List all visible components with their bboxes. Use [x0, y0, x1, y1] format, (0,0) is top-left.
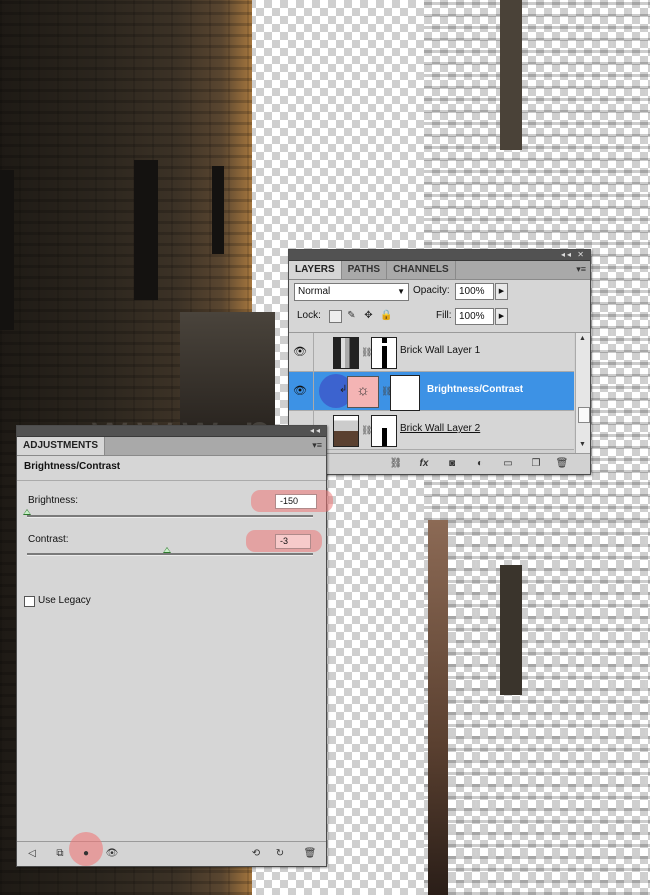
layer-thumbnail [333, 415, 359, 447]
opacity-stepper-icon[interactable]: ▶ [495, 283, 508, 300]
left-window-1 [134, 160, 158, 300]
brightness-label: Brightness: [28, 495, 79, 506]
adjustment-thumbnail-sun-icon[interactable]: ☼ [347, 376, 379, 408]
left-window-3 [0, 170, 14, 330]
layer-mask-thumbnail[interactable] [371, 337, 397, 369]
fill-stepper-icon[interactable]: ▶ [495, 308, 508, 325]
back-arrow-icon[interactable]: ◁ [25, 847, 39, 860]
reset-icon[interactable]: ↻ [273, 847, 287, 860]
tab-paths[interactable]: PATHS [342, 261, 388, 279]
layer-row-brightness-contrast[interactable]: 👁 ↲ ☼ ⛓ Brightness/Contrast [289, 372, 574, 411]
right-shutter [500, 0, 522, 150]
new-layer-icon[interactable]: ❐ [529, 457, 543, 470]
trash-icon[interactable]: 🗑 [303, 847, 317, 860]
adjustments-footer: ◁ ⧉ ● 👁 ⟲ ↻ 🗑 [17, 832, 326, 866]
lock-label: Lock: [297, 310, 321, 321]
contrast-slider[interactable] [27, 547, 313, 556]
layer-mask-thumbnail[interactable] [371, 415, 397, 447]
layers-titlebar[interactable]: ◂◂ ✕ [289, 250, 590, 261]
collapse-icon[interactable]: ◂◂ [310, 426, 322, 436]
tab-layers[interactable]: LAYERS [289, 261, 342, 279]
right-shutter-bottom [500, 565, 522, 695]
blend-mode-select[interactable]: Normal ▼ [294, 283, 409, 301]
layers-panel: ◂◂ ✕ LAYERS PATHS CHANNELS ▾≡ Normal ▼ O… [288, 249, 591, 475]
adjustment-layer-icon[interactable]: ◐ [473, 457, 487, 470]
layer-mask-thumbnail[interactable] [390, 375, 420, 411]
eye-icon[interactable]: 👁 [293, 345, 307, 359]
scroll-down-icon[interactable]: ▼ [579, 441, 586, 448]
eye-icon[interactable]: 👁 [105, 847, 119, 860]
fill-field[interactable]: 100% [455, 308, 494, 325]
link-icon[interactable]: ⛓ [389, 457, 403, 470]
layer-name[interactable]: Brightness/Contrast [427, 384, 523, 395]
panel-menu-icon[interactable]: ▾≡ [576, 264, 586, 275]
photo-right-wall-bottom [424, 521, 650, 895]
layer-name[interactable]: Brick Wall Layer 1 [400, 345, 480, 356]
panel-menu-icon[interactable]: ▾≡ [312, 440, 322, 451]
lock-transparent-icon[interactable] [329, 310, 342, 323]
eye-icon[interactable]: 👁 [293, 384, 307, 398]
fill-label: Fill: [436, 310, 452, 321]
layers-footer: ⛓ fx ◙ ◐ ▭ ❐ 🗑 [289, 453, 590, 474]
use-legacy-checkbox[interactable] [24, 596, 35, 607]
divider [17, 480, 326, 481]
adjustment-title: Brightness/Contrast [24, 461, 121, 472]
contrast-field[interactable]: -3 [275, 534, 311, 549]
layers-tab-row: LAYERS PATHS CHANNELS ▾≡ [289, 261, 590, 280]
left-window-2 [212, 166, 224, 254]
brightness-field[interactable]: -150 [275, 494, 317, 509]
trash-icon[interactable]: 🗑 [555, 457, 569, 470]
bright-window-bottom [428, 520, 448, 895]
layer-list: 👁 ⛓ Brick Wall Layer 1 👁 ↲ ☼ ⛓ Brightnes… [289, 332, 590, 453]
contrast-slider-thumb[interactable] [163, 547, 172, 553]
adjustments-tab-row: ADJUSTMENTS ▾≡ [17, 437, 326, 456]
scrollbar-thumb[interactable] [578, 407, 590, 423]
layers-scrollbar[interactable]: ▲ ▼ [575, 333, 590, 453]
lock-all-padlock-icon[interactable]: 🔒 [380, 310, 392, 321]
opacity-label: Opacity: [413, 285, 450, 296]
layer-name[interactable]: Brick Wall Layer 2 [400, 423, 480, 434]
previous-state-icon[interactable]: ⟲ [249, 847, 263, 860]
layer-thumbnail [333, 337, 359, 369]
opacity-field[interactable]: 100% [455, 283, 494, 300]
new-group-icon[interactable]: ▭ [501, 457, 515, 470]
tab-adjustments[interactable]: ADJUSTMENTS [17, 437, 106, 455]
contrast-label: Contrast: [28, 534, 69, 545]
toggle-visibility-icon[interactable]: ● [79, 847, 93, 860]
blend-mode-value: Normal [298, 286, 331, 297]
scroll-up-icon[interactable]: ▲ [579, 335, 586, 342]
collapse-close-icons[interactable]: ◂◂ ✕ [561, 250, 586, 260]
layer-row-brick-wall-1[interactable]: 👁 ⛓ Brick Wall Layer 1 [289, 333, 574, 372]
lock-position-move-icon[interactable]: ✥ [363, 310, 374, 321]
clip-to-layer-icon[interactable]: ⧉ [53, 847, 67, 860]
fx-icon[interactable]: fx [417, 457, 431, 470]
lock-image-brush-icon[interactable]: ✎ [346, 310, 357, 321]
layer-row-brick-wall-2[interactable]: ⛓ Brick Wall Layer 2 [289, 411, 574, 450]
use-legacy-label[interactable]: Use Legacy [38, 595, 91, 606]
brightness-slider[interactable] [23, 509, 313, 518]
tab-channels[interactable]: CHANNELS [387, 261, 456, 279]
chevron-down-icon: ▼ [397, 287, 405, 296]
adjustments-titlebar[interactable]: ◂◂ [17, 426, 326, 437]
add-mask-icon[interactable]: ◙ [445, 457, 459, 470]
adjustments-panel: ◂◂ ADJUSTMENTS ▾≡ Brightness/Contrast Br… [16, 425, 333, 867]
brightness-slider-thumb[interactable] [23, 509, 31, 515]
